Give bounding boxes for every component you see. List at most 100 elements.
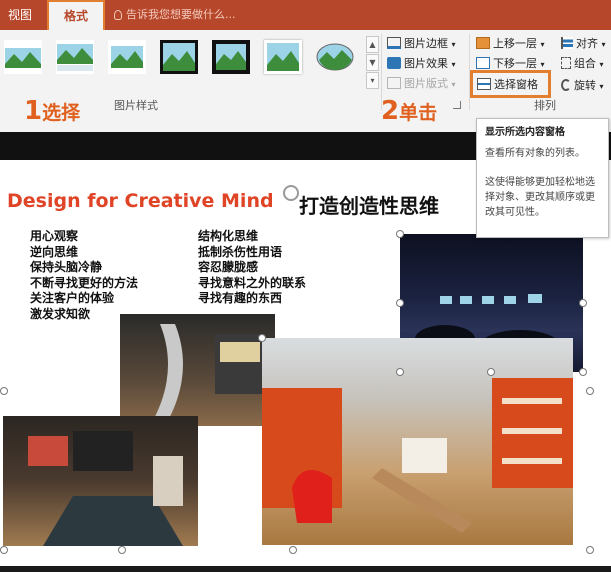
resize-handle[interactable] [0,546,8,554]
picture-border-label: 图片边框 [404,37,448,50]
resize-handle[interactable] [396,368,404,376]
bring-forward-label: 上移一层 [493,37,537,50]
tell-me-text: 告诉我您想要做什么... [126,8,236,21]
chevron-down-icon: ▾ [599,82,604,91]
list-item: 寻找意料之外的联系 [198,275,307,290]
picture-style-preview [267,43,299,71]
list-item: 结构化思维 [198,229,259,243]
list-item: 逆向思维 [30,244,79,259]
list-item: 关注客户的体验 [30,291,115,305]
resize-handle[interactable] [487,368,495,376]
align-label: 对齐 [576,37,598,50]
resize-handle[interactable] [0,387,8,395]
list-item: 寻找有趣的东西 [198,291,283,305]
rotate-button[interactable]: 旋转 ▾ [561,77,604,95]
chevron-down-icon: ▾ [540,40,545,49]
chevron-down-icon: ▾ [451,80,456,89]
bring-forward-button[interactable]: 上移一层 ▾ [476,35,545,53]
selection-pane-highlight [470,70,551,98]
tab-format[interactable]: 格式 [47,0,105,32]
align-button[interactable]: 对齐 ▾ [561,35,606,53]
rotate-icon [561,79,571,91]
list-item: 容忍朦胧感 [198,260,259,274]
left-list[interactable]: 用心观察 逆向思维 保持头脑冷静 不断寻找更好的方法 关注客户的体验 激发求知欲 [30,229,138,322]
picture-layout-button[interactable]: 图片版式 ▾ [387,75,456,93]
gallery-scroll-down[interactable]: ▼ [366,54,379,71]
send-backward-label: 下移一层 [493,57,537,70]
bring-forward-icon [476,37,490,49]
slide-title-chinese[interactable]: 打造创造性思维 [299,190,439,219]
chevron-down-icon: ▾ [451,40,456,49]
resize-handle[interactable] [396,299,404,307]
pencil-icon [387,37,401,49]
resize-handle[interactable] [118,546,126,554]
align-icon [561,37,573,49]
send-backward-icon [476,57,490,69]
picture-style-thumb[interactable] [56,40,94,74]
photo-orange-office[interactable] [262,338,573,545]
step-2-text: 单击 [399,102,438,124]
picture-styles-group-label: 图片样式 [114,99,158,112]
picture-style-thumb[interactable] [316,40,354,74]
effects-icon [387,57,401,69]
photo-slide-interior[interactable] [120,314,275,426]
photo-lobby[interactable] [3,416,198,546]
picture-style-thumb[interactable] [160,40,198,74]
right-list[interactable]: 结构化思维 抵制杀伤性用语 容忍朦胧感 寻找意料之外的联系 寻找有趣的东西 [198,229,306,307]
resize-handle[interactable] [586,387,594,395]
picture-style-thumb[interactable] [264,40,302,74]
gallery-more-button[interactable]: ▾ [366,72,379,89]
list-item: 用心观察 [30,229,79,243]
resize-handle[interactable] [579,368,587,376]
resize-handle[interactable] [396,230,404,238]
tooltip-title: 显示所选内容窗格 [485,127,565,138]
step-1-number: 1 [24,96,43,126]
selection-pane-tooltip: 显示所选内容窗格 查看所有对象的列表。 这使得能够更加轻松地选择对象、更改其顺序… [476,118,609,238]
picture-style-thumb[interactable] [212,40,250,74]
resize-handle[interactable] [258,334,266,342]
picture-effects-button[interactable]: 图片效果 ▾ [387,55,456,73]
tab-view[interactable]: 视图 [0,0,40,30]
gallery-scroll-up[interactable]: ▲ [366,36,379,53]
step-2-callout: 2单击 [381,96,437,126]
picture-style-preview [111,46,143,68]
photo-slide-interior-art [150,324,265,426]
chevron-down-icon: ▾ [451,60,456,69]
picture-effects-label: 图片效果 [404,57,448,70]
slide-title-english[interactable]: Design for Creative Mind [7,190,274,212]
photo-orange-office-art [262,378,573,533]
chevron-down-icon: ▾ [540,60,545,69]
chevron-down-icon: ▾ [599,60,604,69]
chevron-down-icon: ▾ [601,40,606,49]
resize-handle[interactable] [289,546,297,554]
tooltip-line-1: 查看所有对象的列表。 [485,148,585,159]
step-2-number: 2 [381,96,400,126]
slide-bottom-strip [0,566,611,572]
picture-style-preview [163,43,195,71]
group-button[interactable]: 组合 ▾ [561,55,604,73]
rotate-label: 旋转 [574,79,596,92]
tell-me-box[interactable]: 告诉我您想要做什么... [114,0,236,30]
picture-style-preview [216,44,246,70]
list-item: 保持头脑冷静 [30,260,103,274]
group-icon [561,57,571,69]
picture-style-preview [57,44,93,71]
picture-border-button[interactable]: 图片边框 ▾ [387,35,456,53]
resize-handle[interactable] [586,546,594,554]
picture-style-preview [5,48,41,68]
picture-layout-label: 图片版式 [404,77,448,90]
dialog-launcher-icon[interactable] [453,101,461,109]
rotate-handle-icon[interactable] [283,185,299,201]
arrange-group-label: 排列 [534,99,556,112]
photo-lobby-art [28,431,183,546]
list-item: 不断寻找更好的方法 [30,275,139,290]
group-label: 组合 [574,57,596,70]
resize-handle[interactable] [579,299,587,307]
picture-style-thumb[interactable] [4,40,42,74]
step-1-callout: 1选择 [24,96,80,126]
layout-icon [387,77,401,89]
step-1-text: 选择 [42,102,81,124]
picture-style-preview [316,43,354,71]
picture-style-thumb[interactable] [108,40,146,74]
list-item: 抵制杀伤性用语 [198,244,283,259]
